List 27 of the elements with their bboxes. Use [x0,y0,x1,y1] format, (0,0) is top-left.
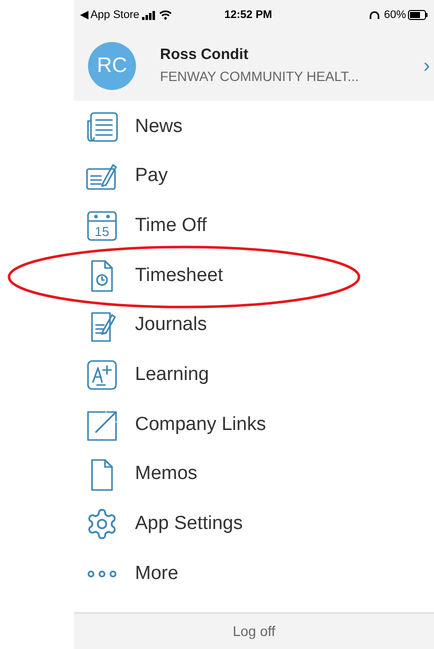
user-name: Ross Condit [160,45,250,66]
logoff-bar[interactable]: Log off [74,612,434,649]
menu-item[interactable]: App Settings [74,500,434,550]
menu-item[interactable]: 15 Time Off [74,201,434,252]
avatar-initials: RC [88,42,136,90]
newspaper-icon [85,110,119,143]
more-icon [85,569,119,580]
menu-item[interactable]: Pay [74,152,434,202]
calendar-icon: 15 [85,209,119,244]
headphones-icon [368,10,380,20]
profile-header[interactable]: RC Ross Condit FENWAY COMMUNITY HEALT... › [74,30,434,101]
menu-item[interactable]: News [74,102,434,152]
menu-item[interactable]: Journals [74,300,434,350]
signal-icon [142,10,156,20]
menu-item[interactable]: Learning [74,350,434,400]
back-to-app-link[interactable]: ◀ App Store [80,6,140,24]
menu-item[interactable]: Company Links [74,400,434,450]
battery-percent: 60% [384,8,406,23]
menu-item[interactable]: Timesheet [74,251,434,301]
menu-item[interactable]: More [74,549,434,599]
wifi-icon [159,10,172,20]
chevron-right-icon: › [423,50,430,80]
grade-icon [85,358,119,392]
menu-item[interactable]: Memos [74,450,434,500]
battery-icon [408,10,428,20]
company-name: FENWAY COMMUNITY HEALT... [160,68,360,86]
clock-time: 12:52 PM [224,8,272,23]
